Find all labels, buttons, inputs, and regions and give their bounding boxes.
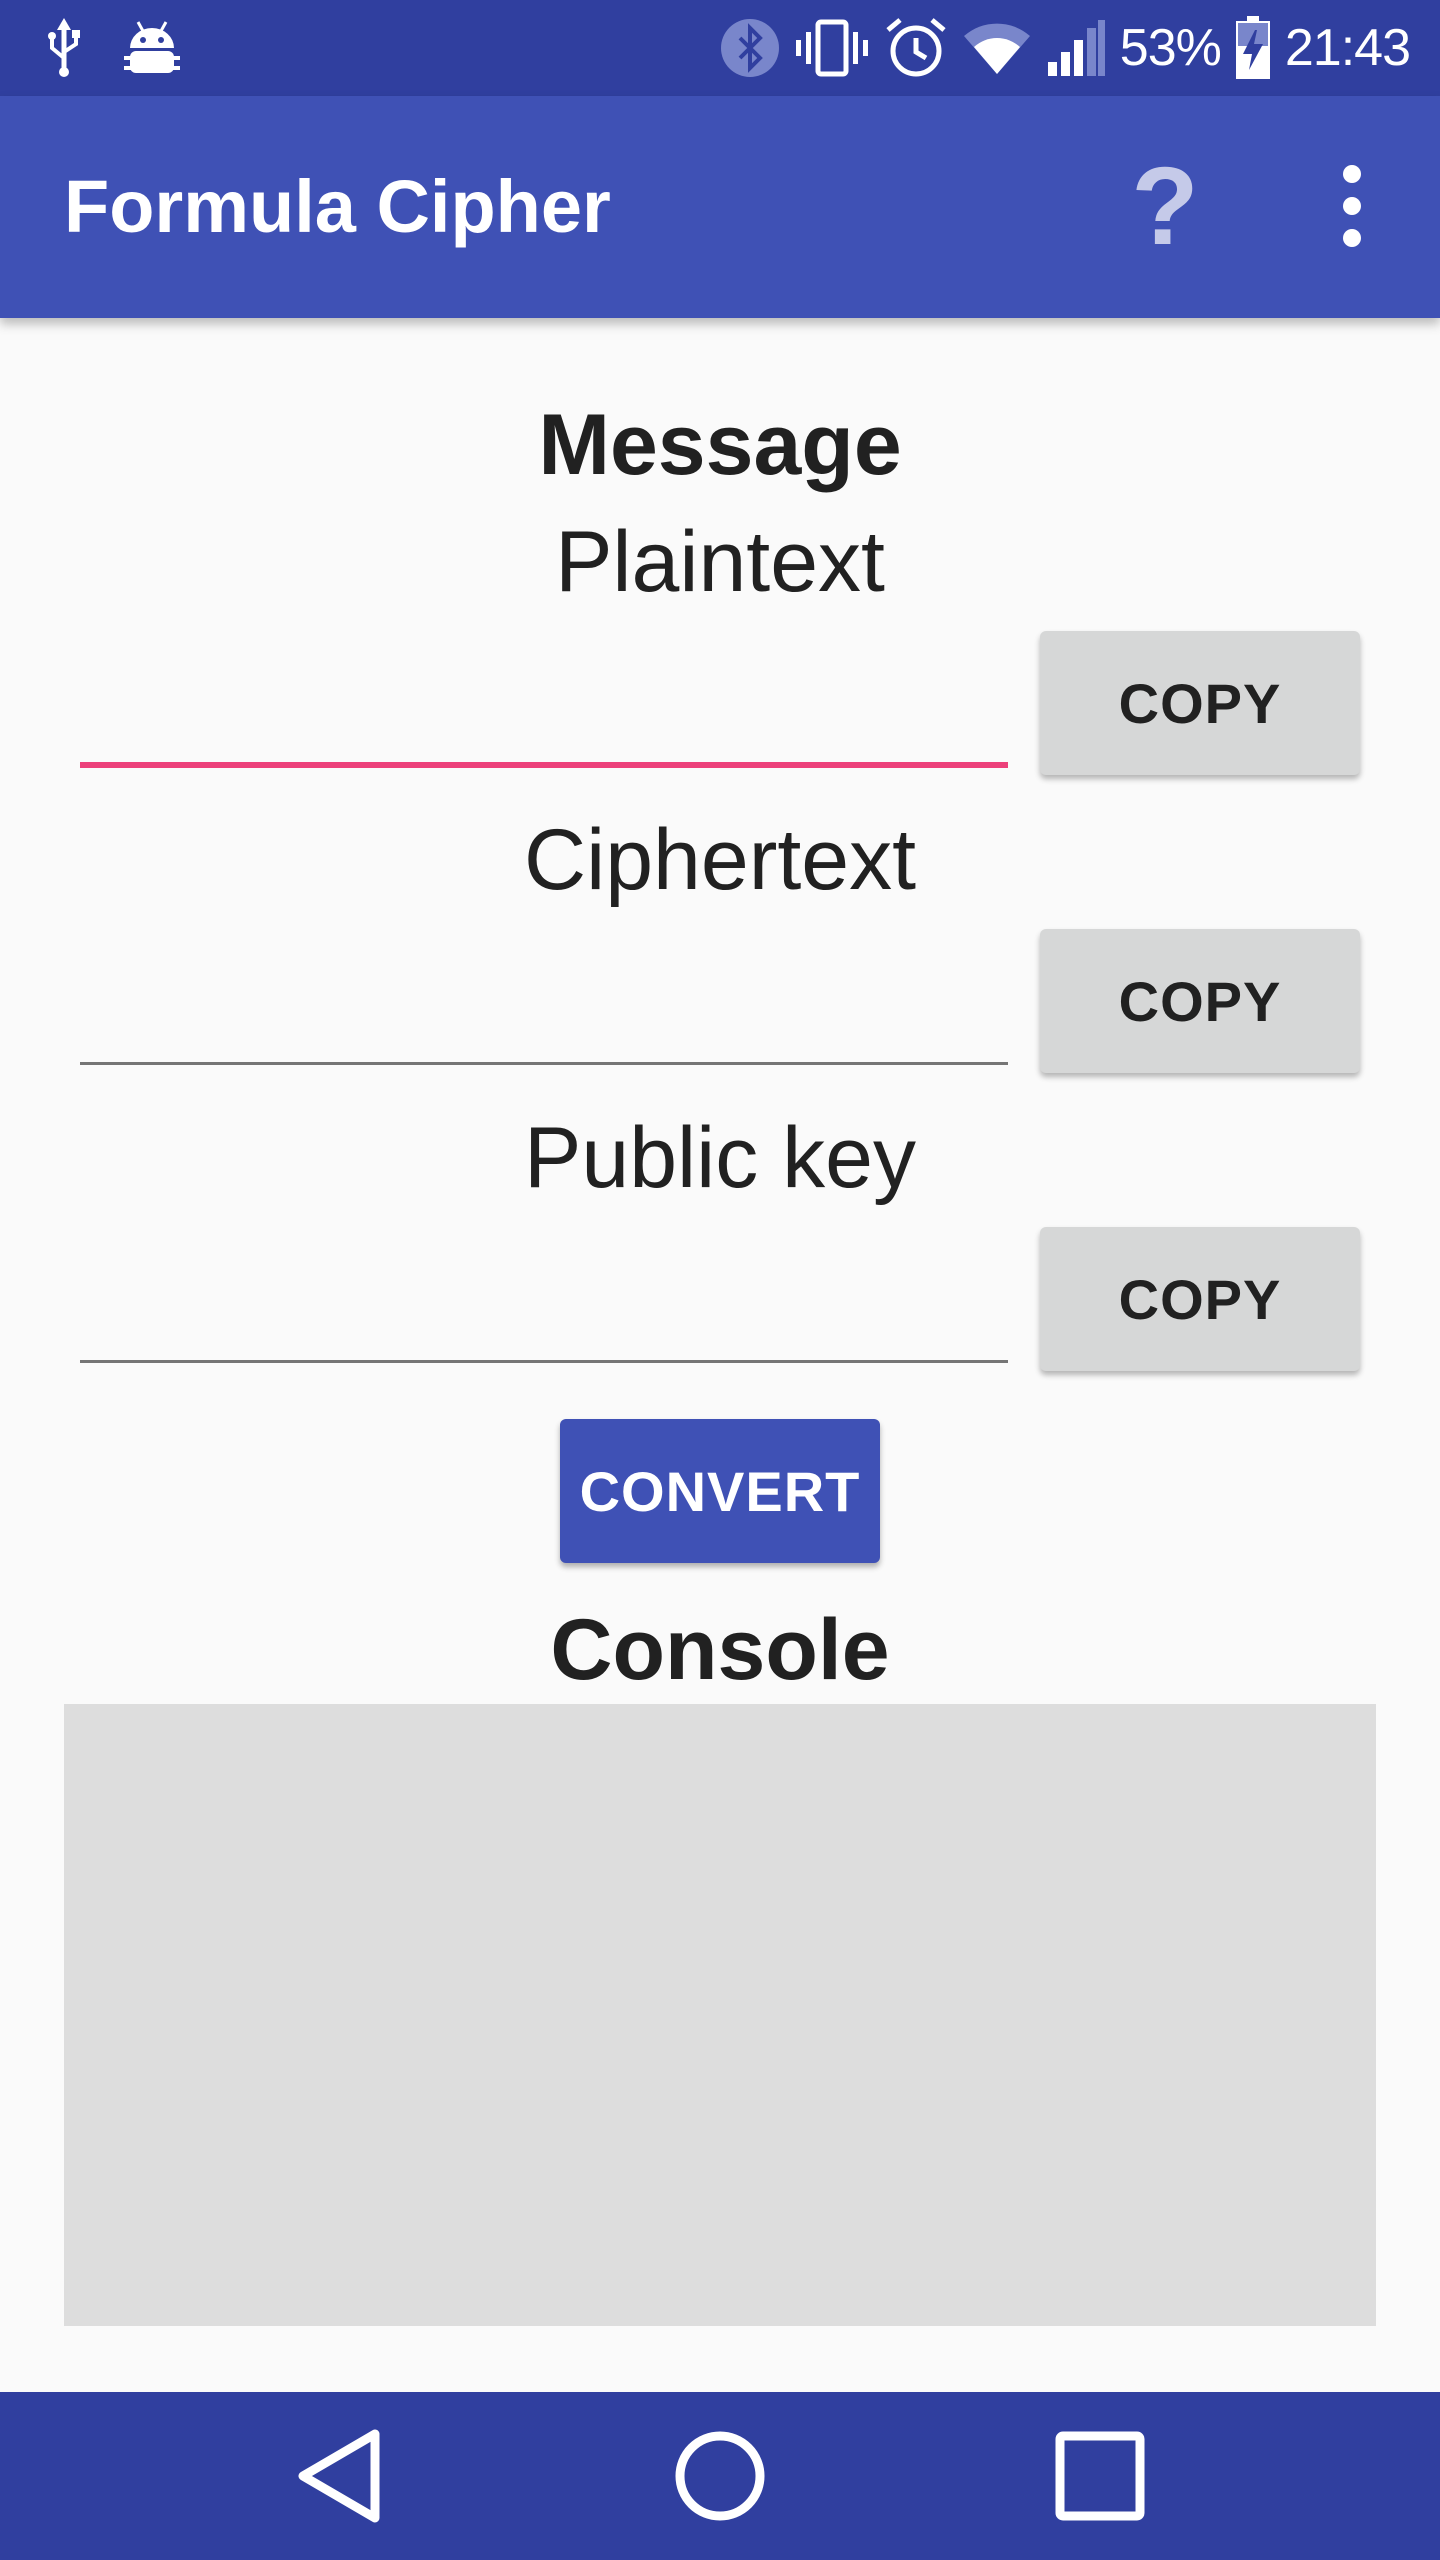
app-bar: Formula Cipher ? bbox=[0, 96, 1440, 318]
ciphertext-label: Ciphertext bbox=[524, 812, 916, 908]
ciphertext-input[interactable] bbox=[80, 965, 1008, 1065]
public-key-input[interactable] bbox=[80, 1263, 1008, 1363]
back-icon bbox=[298, 2429, 380, 2523]
console-output[interactable] bbox=[64, 1704, 1376, 2326]
message-heading: Message bbox=[538, 397, 902, 493]
more-vert-icon[interactable] bbox=[1320, 156, 1384, 256]
copy-plaintext-button[interactable]: COPY bbox=[1040, 631, 1360, 775]
convert-button[interactable]: CONVERT bbox=[560, 1419, 880, 1563]
home-button[interactable] bbox=[620, 2392, 820, 2560]
plaintext-label: Plaintext bbox=[555, 514, 885, 610]
plaintext-input[interactable] bbox=[80, 668, 1008, 768]
clock-time: 21:43 bbox=[1284, 19, 1411, 77]
overflow-dot bbox=[1343, 197, 1361, 215]
home-icon bbox=[675, 2431, 765, 2521]
app-title: Formula Cipher bbox=[64, 165, 611, 248]
back-button[interactable] bbox=[240, 2392, 440, 2560]
vibrate-icon bbox=[794, 18, 870, 78]
wifi-icon bbox=[962, 20, 1032, 76]
copy-ciphertext-button[interactable]: COPY bbox=[1040, 929, 1360, 1073]
recents-button[interactable] bbox=[1000, 2392, 1200, 2560]
usb-icon bbox=[44, 18, 84, 78]
console-heading: Console bbox=[550, 1602, 890, 1698]
cell-signal-icon bbox=[1046, 18, 1106, 78]
bluetooth-icon bbox=[720, 18, 780, 78]
help-button[interactable]: ? bbox=[1130, 145, 1200, 268]
overflow-dot bbox=[1343, 165, 1361, 183]
overflow-dot bbox=[1343, 229, 1361, 247]
navigation-bar bbox=[0, 2392, 1440, 2560]
alarm-icon bbox=[884, 16, 948, 80]
copy-public-key-button[interactable]: COPY bbox=[1040, 1227, 1360, 1371]
battery-percent: 53% bbox=[1119, 19, 1222, 77]
android-debug-icon bbox=[124, 18, 180, 78]
public-key-label: Public key bbox=[524, 1110, 916, 1206]
battery-charging-icon bbox=[1235, 16, 1271, 80]
status-bar: 53% 21:43 bbox=[0, 0, 1440, 96]
recents-icon bbox=[1055, 2431, 1145, 2521]
